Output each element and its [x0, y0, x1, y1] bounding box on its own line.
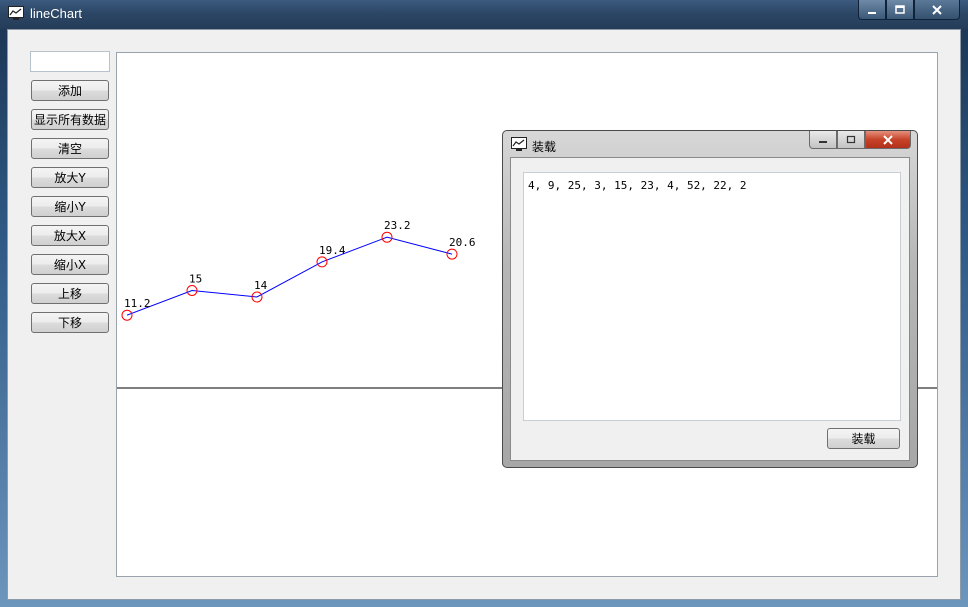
minimize-icon	[819, 140, 827, 143]
chart-app-icon	[511, 137, 527, 151]
move-down-button[interactable]: 下移	[31, 312, 109, 333]
add-button[interactable]: 添加	[31, 80, 109, 101]
window-controls	[858, 0, 960, 20]
data-label: 14	[254, 279, 268, 292]
dialog-body: 4, 9, 25, 3, 15, 23, 4, 52, 22, 2 装载	[510, 157, 910, 461]
maximize-icon	[846, 135, 856, 143]
show-all-data-button[interactable]: 显示所有数据	[31, 109, 109, 130]
minimize-icon	[868, 11, 876, 14]
data-textarea[interactable]: 4, 9, 25, 3, 15, 23, 4, 52, 22, 2	[523, 172, 901, 421]
move-up-button[interactable]: 上移	[31, 283, 109, 304]
data-label: 11.2	[124, 297, 151, 310]
dialog-maximize-button[interactable]	[837, 131, 865, 149]
zoom-in-x-button[interactable]: 放大X	[31, 225, 109, 246]
load-button[interactable]: 装载	[827, 428, 900, 449]
window-title: lineChart	[30, 6, 83, 21]
close-button[interactable]	[914, 0, 960, 20]
number-input[interactable]	[30, 51, 110, 72]
clear-button[interactable]: 清空	[31, 138, 109, 159]
minimize-button[interactable]	[858, 0, 886, 20]
data-label: 15	[189, 273, 202, 286]
data-label: 19.4	[319, 244, 346, 257]
maximize-icon	[895, 4, 905, 14]
data-label: 20.6	[449, 236, 476, 249]
close-icon	[932, 4, 942, 15]
chart-app-icon	[8, 6, 24, 20]
load-dialog: 装载 4, 9, 25, 3, 15, 23, 4, 52, 22, 2 装载	[502, 130, 918, 468]
data-label: 23.2	[384, 219, 411, 232]
zoom-out-y-button[interactable]: 缩小Y	[31, 196, 109, 217]
close-icon	[883, 134, 893, 145]
maximize-button[interactable]	[886, 0, 914, 20]
series-line	[126, 236, 453, 316]
title-bar[interactable]: lineChart	[0, 0, 968, 29]
dialog-close-button[interactable]	[865, 131, 911, 149]
zoom-out-x-button[interactable]: 缩小X	[31, 254, 109, 275]
dialog-title: 装载	[532, 140, 557, 154]
dialog-minimize-button[interactable]	[809, 131, 837, 149]
dialog-controls	[809, 131, 911, 149]
zoom-in-y-button[interactable]: 放大Y	[31, 167, 109, 188]
